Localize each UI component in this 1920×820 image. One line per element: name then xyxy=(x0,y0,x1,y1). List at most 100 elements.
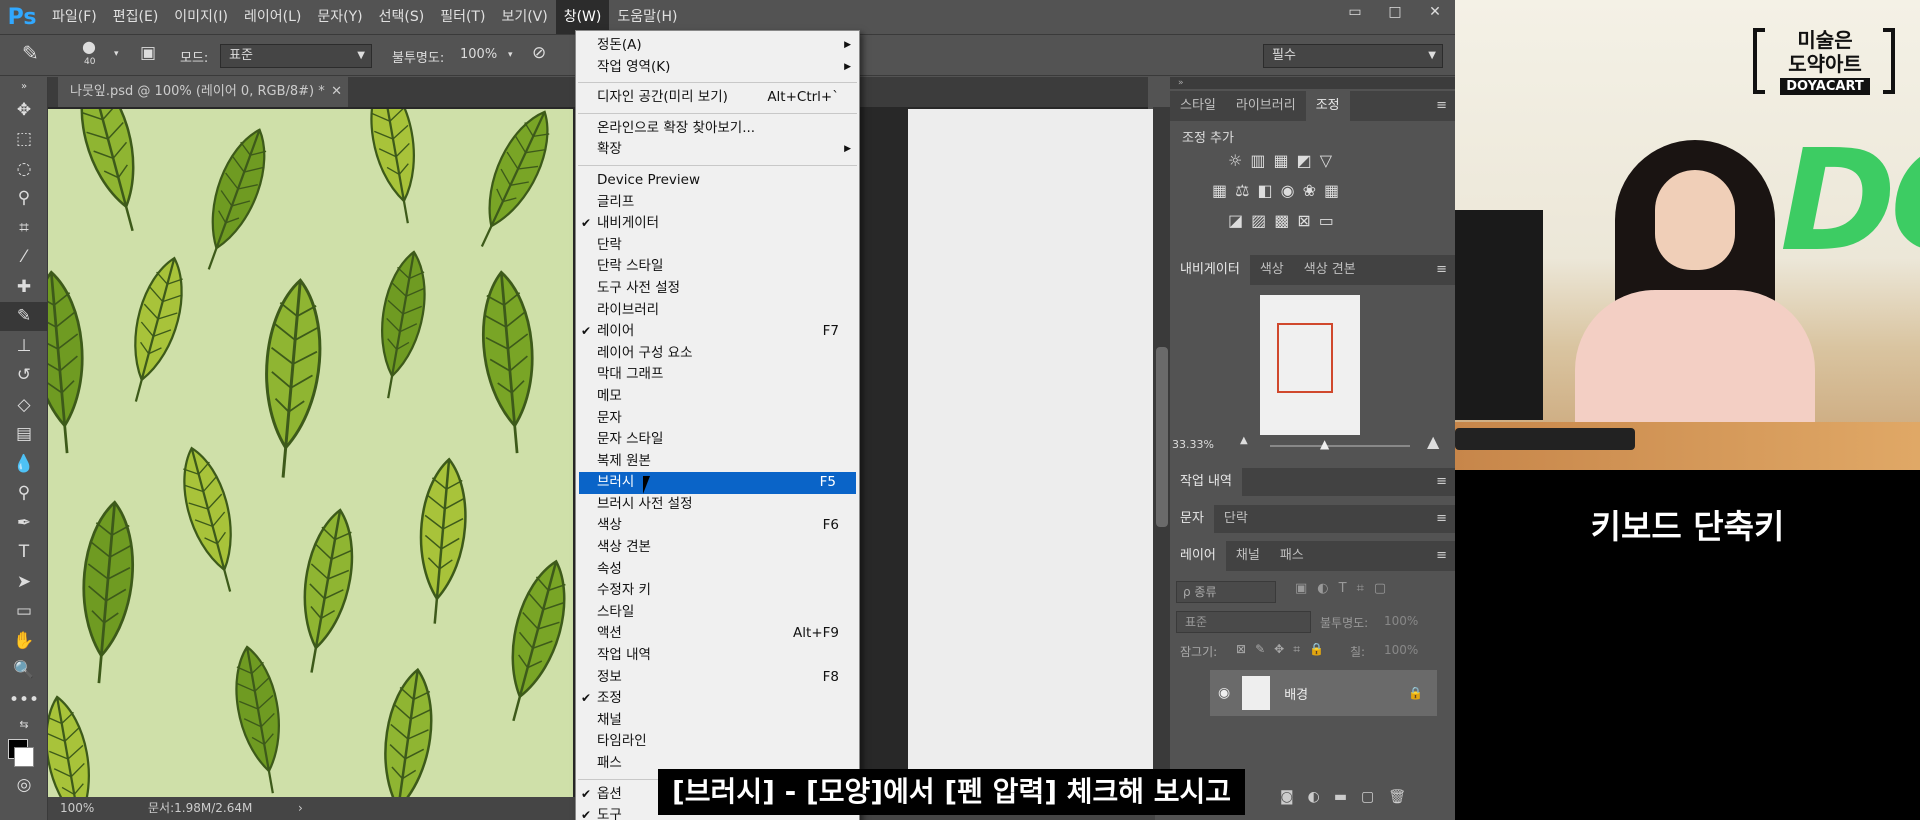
window-menu-item[interactable]: 색상 견본 xyxy=(576,537,859,559)
tab-navigator[interactable]: 내비게이터 xyxy=(1170,255,1250,285)
blur-tool-icon[interactable]: 💧 xyxy=(0,449,48,479)
invert-icon[interactable]: ◪ xyxy=(1228,211,1243,230)
eye-icon[interactable]: ◉ xyxy=(1218,685,1230,701)
window-menu-item[interactable]: 막대 그래프 xyxy=(576,364,859,386)
window-menu-item[interactable]: 색상 F6 xyxy=(576,515,859,537)
window-menu-item[interactable]: 문자 스타일 xyxy=(576,429,859,451)
window-menu-item[interactable]: 스타일 xyxy=(576,602,859,624)
close-icon[interactable]: ✕ xyxy=(331,77,342,107)
tab-history[interactable]: 작업 내역 xyxy=(1170,468,1242,496)
layer-opacity-value[interactable]: 100% xyxy=(1384,614,1418,628)
tab-paths[interactable]: 패스 xyxy=(1270,541,1314,571)
window-menu-item[interactable]: Device Preview xyxy=(576,170,859,192)
menu-filter[interactable]: 필터(T) xyxy=(432,0,493,34)
collapse-icon[interactable]: » xyxy=(0,77,48,95)
swap-colors-icon[interactable]: ⇆ xyxy=(0,715,48,735)
lock-pixels-icon[interactable]: ⊠ xyxy=(1236,642,1246,657)
navigator-thumbnail[interactable] xyxy=(1260,295,1360,435)
window-menu-item[interactable]: 브러시 F5 xyxy=(579,472,856,494)
close-button[interactable]: ✕ xyxy=(1415,0,1455,24)
fill-value[interactable]: 100% xyxy=(1384,643,1418,657)
window-menu-item[interactable]: 작업 영역(K) ▶ xyxy=(576,57,859,79)
crop-tool-icon[interactable]: ⌗ xyxy=(0,213,48,243)
photo-filter-icon[interactable]: ◉ xyxy=(1281,181,1295,200)
navigator-zoom[interactable]: 33.33% xyxy=(1172,438,1214,451)
shape-tool-icon[interactable]: ▭ xyxy=(0,597,48,627)
window-menu-item[interactable]: 온라인으로 확장 찾아보기... xyxy=(576,118,859,140)
gradient-tool-icon[interactable]: ▤ xyxy=(0,420,48,450)
leaf-pattern-artwork[interactable] xyxy=(48,109,573,797)
window-menu-item[interactable]: 속성 xyxy=(576,559,859,581)
vibrance-icon[interactable]: ▽ xyxy=(1320,151,1332,170)
color-balance-icon[interactable]: ⚖ xyxy=(1235,181,1249,200)
window-menu-item[interactable]: 도구 사전 설정 xyxy=(576,278,859,300)
window-menu-item[interactable]: 라이브러리 xyxy=(576,300,859,322)
zoom-tool-icon[interactable]: 🔍 xyxy=(0,656,48,686)
zoom-out-icon[interactable]: ▲ xyxy=(1240,435,1248,446)
zoom-slider-track[interactable] xyxy=(1270,445,1410,447)
path-select-icon[interactable]: ➤ xyxy=(0,567,48,597)
menu-help[interactable]: 도움말(H) xyxy=(609,0,685,34)
menu-file[interactable]: 파일(F) xyxy=(44,0,105,34)
panel-menu-icon[interactable]: ≡ xyxy=(1436,468,1447,496)
curves-icon[interactable]: ▦ xyxy=(1273,151,1288,170)
window-menu-item[interactable]: 브러시 사전 설정 xyxy=(576,494,859,516)
lock-artboard-icon[interactable]: ⌗ xyxy=(1293,642,1300,657)
layer-row[interactable]: ◉ 배경 🔒 xyxy=(1210,670,1437,716)
minimize-button[interactable]: ▭ xyxy=(1335,0,1375,24)
selective-color-icon[interactable]: ⊠ xyxy=(1297,211,1310,230)
channel-mixer-icon[interactable]: ❀ xyxy=(1303,181,1316,200)
lock-move-icon[interactable]: ✥ xyxy=(1274,642,1284,657)
scrollbar-thumb[interactable] xyxy=(1156,347,1168,527)
color-lookup-icon[interactable]: ▦ xyxy=(1324,181,1339,200)
window-menu-item[interactable]: 단락 스타일 xyxy=(576,256,859,278)
levels-icon[interactable]: ▥ xyxy=(1250,151,1265,170)
vertical-scrollbar[interactable] xyxy=(1153,107,1171,797)
menu-image[interactable]: 이미지(I) xyxy=(166,0,236,34)
window-menu-item[interactable]: 문자 xyxy=(576,408,859,430)
brush-tool-icon[interactable]: ✎ xyxy=(22,41,39,65)
brightness-icon[interactable]: ☼ xyxy=(1228,151,1242,170)
chevron-down-icon[interactable]: ▾ xyxy=(114,49,119,59)
menu-edit[interactable]: 편집(E) xyxy=(105,0,167,34)
eyedropper-icon[interactable]: ⁄ xyxy=(0,243,48,273)
tab-paragraph[interactable]: 단락 xyxy=(1214,505,1258,533)
window-menu-item[interactable]: ✔ 내비게이터 xyxy=(576,213,859,235)
posterize-icon[interactable]: ▨ xyxy=(1251,211,1266,230)
window-menu-item[interactable]: 작업 내역 xyxy=(576,645,859,667)
threshold-icon[interactable]: ▩ xyxy=(1274,211,1289,230)
zoom-slider-thumb[interactable]: ▲ xyxy=(1320,437,1329,451)
shape-filter-icon[interactable]: ⌗ xyxy=(1357,581,1364,596)
bw-icon[interactable]: ◧ xyxy=(1257,181,1272,200)
mode-select[interactable]: 표준 ▼ xyxy=(220,44,372,68)
exposure-icon[interactable]: ◩ xyxy=(1297,151,1312,170)
stamp-tool-icon[interactable]: ⊥ xyxy=(0,331,48,361)
layer-name[interactable]: 배경 xyxy=(1284,684,1308,703)
menu-type[interactable]: 문자(Y) xyxy=(309,0,370,34)
gradient-map-icon[interactable]: ▭ xyxy=(1319,211,1334,230)
healing-brush-icon[interactable]: ✚ xyxy=(0,272,48,302)
window-menu-item[interactable]: 확장 ▶ xyxy=(576,139,859,161)
panel-menu-icon[interactable]: ≡ xyxy=(1436,541,1447,571)
trash-icon[interactable]: 🗑 xyxy=(1388,789,1406,805)
tab-swatches[interactable]: 색상 견본 xyxy=(1294,255,1366,285)
move-tool-icon[interactable]: ✥ xyxy=(0,95,48,125)
brush-preview-icon[interactable]: ● xyxy=(82,37,96,56)
menu-view[interactable]: 보기(V) xyxy=(493,0,555,34)
panel-menu-icon[interactable]: ≡ xyxy=(1436,505,1447,533)
tab-channels[interactable]: 채널 xyxy=(1226,541,1270,571)
tab-color[interactable]: 색상 xyxy=(1250,255,1294,285)
tab-libraries[interactable]: 라이브러리 xyxy=(1226,91,1306,121)
tab-styles[interactable]: 스타일 xyxy=(1170,91,1226,121)
brush-panel-icon[interactable]: ▣ xyxy=(140,43,156,63)
menu-select[interactable]: 선택(S) xyxy=(371,0,433,34)
new-layer-icon[interactable]: ▢ xyxy=(1361,789,1374,805)
lock-paint-icon[interactable]: ✎ xyxy=(1255,642,1265,657)
window-menu-item[interactable]: 디자인 공간(미리 보기) Alt+Ctrl+` xyxy=(576,87,859,109)
window-menu-item[interactable]: 레이어 구성 요소 xyxy=(576,343,859,365)
workspace-select[interactable]: 필수 ▼ xyxy=(1263,44,1443,68)
panel-menu-icon[interactable]: ≡ xyxy=(1436,91,1447,121)
smart-filter-icon[interactable]: ▢ xyxy=(1374,581,1386,596)
opacity-value[interactable]: 100% xyxy=(460,47,497,62)
window-menu-item[interactable]: 정돈(A) ▶ xyxy=(576,35,859,57)
